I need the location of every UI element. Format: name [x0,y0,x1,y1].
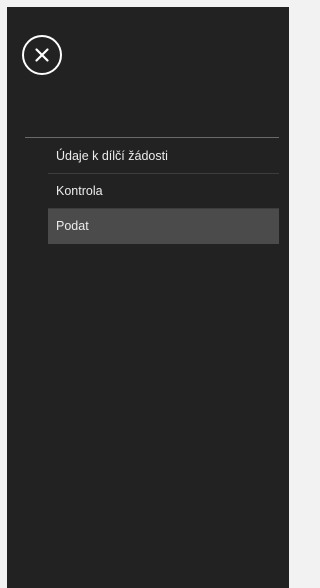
menu-divider [25,137,279,138]
close-button[interactable] [22,35,62,75]
navigation-menu: Údaje k dílčí žádosti Kontrola Podat [48,139,279,244]
close-icon [35,48,49,62]
side-menu-panel: Údaje k dílčí žádosti Kontrola Podat [7,7,289,588]
menu-item-udaje[interactable]: Údaje k dílčí žádosti [48,139,279,174]
menu-item-podat[interactable]: Podat [48,209,279,244]
menu-item-kontrola[interactable]: Kontrola [48,174,279,209]
